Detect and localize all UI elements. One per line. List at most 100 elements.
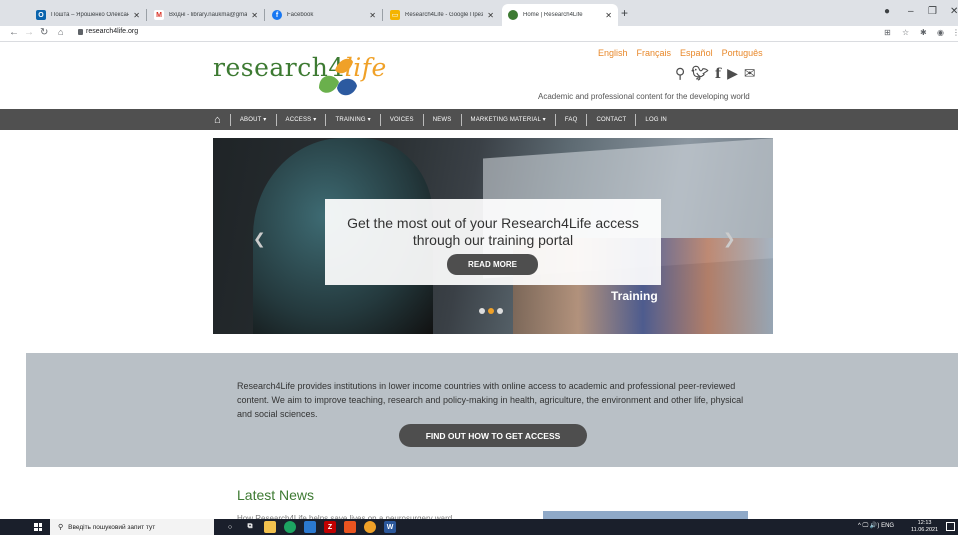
- access-description: Research4Life provides institutions in l…: [237, 381, 744, 419]
- extensions-icon[interactable]: ✱: [920, 28, 927, 37]
- address-bar-row: ← → ↻ ⌂ research4life.org ⊞ ☆ ✱ ◉ ⋮: [0, 26, 958, 42]
- tab-label: Home | Research4Life: [523, 12, 583, 18]
- hero-title-line1: Get the most out of your Research4Life a…: [347, 215, 639, 231]
- hero-caption-box: Get the most out of your Research4Life a…: [325, 199, 661, 285]
- home-icon[interactable]: ⌂: [214, 114, 230, 126]
- sublime-icon[interactable]: [344, 521, 356, 533]
- carousel-next-icon[interactable]: ❯: [723, 230, 736, 248]
- back-icon[interactable]: ←: [9, 27, 19, 38]
- hero-title: Get the most out of your Research4Life a…: [325, 215, 661, 249]
- cortana-icon[interactable]: ○: [224, 521, 236, 533]
- search-placeholder: Введіть пошуковий запит тут: [68, 523, 156, 531]
- close-icon[interactable]: ✕: [605, 11, 612, 20]
- reload-icon[interactable]: ↻: [40, 27, 48, 38]
- lang-espanol[interactable]: Español: [680, 48, 713, 58]
- tab-label: Вхідні - library.naukma@gmail.c: [169, 12, 248, 18]
- nav-training[interactable]: TRAINING ▾: [325, 113, 379, 126]
- tab-divider: [146, 9, 147, 21]
- lang-portugues[interactable]: Português: [722, 48, 763, 58]
- nav-voices[interactable]: VOICES: [379, 113, 423, 126]
- tab-facebook[interactable]: f Facebook ✕: [266, 4, 382, 26]
- forward-icon[interactable]: →: [24, 27, 34, 38]
- app-icon[interactable]: [364, 521, 376, 533]
- tab-divider: [264, 9, 265, 21]
- carousel-dot[interactable]: [479, 308, 485, 314]
- nav-access[interactable]: ACCESS ▾: [275, 113, 326, 126]
- tab-research4life[interactable]: Home | Research4Life ✕: [502, 4, 618, 26]
- email-icon[interactable]: ✉: [744, 65, 756, 82]
- nav-about[interactable]: ABOUT ▾: [229, 113, 276, 126]
- tab-label: Facebook: [287, 12, 314, 18]
- nav-contact[interactable]: CONTACT: [586, 113, 635, 126]
- minimize-button[interactable]: –: [908, 6, 914, 17]
- social-links: ⚲ 🐦︎ f ▶ ✉: [675, 65, 756, 82]
- url-field[interactable]: research4life.org: [86, 28, 138, 35]
- profile-icon[interactable]: ●: [884, 6, 890, 17]
- word-icon[interactable]: W: [384, 521, 396, 533]
- hero-image-caption: Training: [611, 289, 658, 303]
- system-tray[interactable]: ^ 🖵 🔊) ENG: [858, 522, 894, 530]
- file-explorer-icon[interactable]: [264, 521, 276, 533]
- news-image[interactable]: [543, 511, 748, 519]
- browser-tab-strip: O Пошта – Ярошенко Олександр ✕ M Вхідні …: [0, 0, 958, 26]
- slides-icon: ▭: [390, 10, 400, 20]
- nav-marketing[interactable]: MARKETING MATERIAL ▾: [460, 113, 555, 126]
- close-icon[interactable]: ✕: [251, 11, 258, 20]
- lock-icon: [78, 29, 83, 35]
- research4life-favicon: [508, 10, 518, 20]
- filezilla-icon[interactable]: Z: [324, 521, 336, 533]
- close-icon[interactable]: ✕: [487, 11, 494, 20]
- translate-icon[interactable]: ⊞: [884, 28, 891, 37]
- close-window-button[interactable]: ✕: [950, 6, 958, 17]
- search-icon[interactable]: ⚲: [675, 65, 685, 82]
- taskbar-apps: ○ ⧉ Z W: [224, 521, 396, 533]
- taskbar-search-input[interactable]: ⚲ Введіть пошуковий запит тут: [50, 519, 214, 535]
- close-icon[interactable]: ✕: [369, 11, 376, 20]
- task-view-icon[interactable]: ⧉: [244, 521, 256, 533]
- save-icon[interactable]: [304, 521, 316, 533]
- nav-news[interactable]: NEWS: [422, 113, 461, 126]
- tab-google-slides[interactable]: ▭ Research4Life - Google Презент ✕: [384, 4, 500, 26]
- home-icon[interactable]: ⌂: [58, 27, 63, 37]
- menu-icon[interactable]: ⋮: [952, 28, 958, 37]
- carousel-prev-icon[interactable]: ❮: [253, 230, 266, 248]
- avatar[interactable]: ◉: [937, 28, 944, 37]
- nav-login[interactable]: LOG IN: [635, 113, 676, 126]
- outlook-icon: O: [36, 10, 46, 20]
- nav-faq[interactable]: FAQ: [554, 113, 587, 126]
- read-more-button[interactable]: READ MORE: [447, 254, 538, 275]
- windows-start-icon[interactable]: [34, 523, 42, 531]
- logo-leaf-icon: [319, 58, 357, 96]
- carousel-indicators: [479, 308, 503, 314]
- youtube-icon[interactable]: ▶: [727, 65, 738, 82]
- main-nav: ⌂ ABOUT ▾ ACCESS ▾ TRAINING ▾ VOICES NEW…: [0, 109, 958, 130]
- language-switcher: English Français Español Português: [598, 48, 763, 58]
- new-tab-button[interactable]: +: [621, 6, 628, 20]
- lang-francais[interactable]: Français: [637, 48, 672, 58]
- chrome-icon[interactable]: [284, 521, 296, 533]
- tab-gmail[interactable]: M Вхідні - library.naukma@gmail.c ✕: [148, 4, 264, 26]
- clock-time: 12:13: [917, 520, 932, 526]
- tab-outlook[interactable]: O Пошта – Ярошенко Олександр ✕: [30, 4, 146, 26]
- tab-divider: [382, 9, 383, 21]
- search-icon: ⚲: [58, 524, 64, 531]
- get-access-button[interactable]: FIND OUT HOW TO GET ACCESS: [399, 424, 587, 447]
- close-icon[interactable]: ✕: [133, 11, 140, 20]
- gmail-icon: M: [154, 10, 164, 20]
- twitter-icon[interactable]: 🐦︎: [691, 65, 709, 82]
- hero-title-line2: through our training portal: [412, 232, 574, 248]
- tab-label: Research4Life - Google Презент: [405, 12, 484, 18]
- windows-taskbar: ⚲ Введіть пошуковий запит тут ○ ⧉ Z W ^ …: [0, 519, 958, 535]
- maximize-button[interactable]: ❐: [928, 6, 937, 17]
- site-tagline: Academic and professional content for th…: [538, 92, 750, 101]
- taskbar-clock[interactable]: 12:13 11.06.2021: [911, 520, 938, 534]
- facebook-icon: f: [272, 10, 282, 20]
- carousel-dot-active[interactable]: [488, 308, 494, 314]
- clock-date: 11.06.2021: [911, 527, 939, 533]
- facebook-icon[interactable]: f: [715, 66, 721, 82]
- lang-english[interactable]: English: [598, 48, 628, 58]
- latest-news-heading: Latest News: [237, 487, 315, 503]
- notifications-icon[interactable]: [946, 522, 955, 531]
- bookmark-star-icon[interactable]: ☆: [902, 28, 909, 37]
- carousel-dot[interactable]: [497, 308, 503, 314]
